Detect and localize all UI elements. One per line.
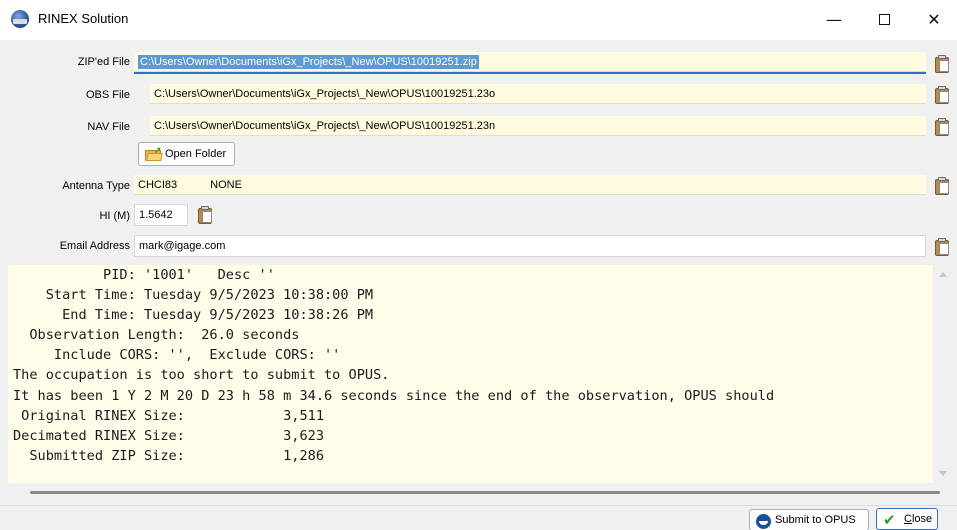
email-field[interactable]: mark@igage.com	[134, 235, 926, 257]
nav-file-field[interactable]: C:\Users\Owner\Documents\iGx_Projects\_N…	[150, 116, 926, 136]
app-icon	[11, 10, 29, 28]
report-line: Start Time: Tuesday 9/5/2023 10:38:00 PM	[13, 287, 374, 304]
open-folder-button[interactable]: ➚ Open Folder	[138, 142, 235, 166]
paste-icon[interactable]	[934, 55, 950, 73]
antenna-model: CHCI83	[138, 179, 178, 191]
report-line: Original RINEX Size: 3,511	[13, 407, 324, 424]
close-window-button[interactable]: ✕	[911, 0, 957, 40]
vertical-scrollbar[interactable]	[935, 265, 952, 483]
paste-icon[interactable]	[934, 86, 950, 104]
folder-open-icon: ➚	[145, 145, 163, 161]
close-accelerator: C	[904, 513, 912, 525]
report-line: Decimated RINEX Size: 3,623	[13, 427, 324, 444]
paste-icon[interactable]	[934, 118, 950, 136]
paste-icon[interactable]	[197, 206, 213, 224]
horizontal-scrollbar[interactable]	[8, 484, 952, 501]
obs-file-field[interactable]: C:\Users\Owner\Documents\iGx_Projects\_N…	[150, 84, 926, 104]
report-line: Include CORS: '', Exclude CORS: ''	[13, 347, 341, 364]
minimize-button[interactable]: —	[811, 0, 857, 40]
obs-file-label: OBS File	[85, 89, 130, 101]
antenna-type-label: Antenna Type	[62, 180, 130, 192]
zip-file-field[interactable]: C:\Users\Owner\Documents\iGx_Projects\_N…	[134, 52, 926, 72]
scroll-down-icon[interactable]	[939, 471, 947, 476]
noaa-icon	[756, 514, 771, 529]
report-line: The occupation is too short to submit to…	[13, 367, 390, 384]
report-line: End Time: Tuesday 9/5/2023 10:38:26 PM	[13, 307, 374, 324]
paste-icon[interactable]	[934, 177, 950, 195]
report-text-area[interactable]: PID: '1001' Desc '' Start Time: Tuesday …	[8, 265, 933, 483]
submit-to-opus-button[interactable]: Submit to OPUS	[749, 509, 869, 530]
report-line: Observation Length: 26.0 seconds	[13, 327, 300, 344]
open-folder-label: Open Folder	[165, 148, 227, 160]
horizontal-scroll-thumb[interactable]	[30, 491, 940, 494]
maximize-button[interactable]	[861, 0, 907, 40]
report-line: It has been 1 Y 2 M 20 D 23 h 58 m 34.6 …	[13, 387, 775, 404]
zip-file-label: ZIP'ed File	[77, 56, 130, 68]
window-title: RINEX Solution	[38, 11, 129, 26]
hi-label: HI (M)	[99, 210, 130, 222]
nav-file-label: NAV File	[87, 121, 130, 133]
scroll-up-icon[interactable]	[939, 272, 947, 277]
report-line: PID: '1001' Desc ''	[13, 267, 275, 283]
checkmark-icon: ✔	[883, 511, 896, 529]
report-line: Submitted ZIP Size: 1,286	[13, 447, 324, 464]
paste-icon[interactable]	[934, 238, 950, 256]
close-label: lose	[911, 513, 933, 525]
maximize-icon	[878, 14, 890, 25]
antenna-radome: NONE	[210, 179, 242, 191]
hi-field[interactable]: 1.5642	[134, 204, 188, 226]
submit-label: Submit to OPUS	[775, 514, 856, 526]
zip-file-value: C:\Users\Owner\Documents\iGx_Projects\_N…	[138, 55, 479, 69]
title-bar: RINEX Solution — ✕	[0, 0, 957, 40]
bottom-separator	[0, 505, 957, 506]
antenna-type-field[interactable]: CHCI83 NONE	[134, 175, 926, 195]
focus-underline	[134, 72, 926, 74]
close-button[interactable]: ✔ Close	[876, 508, 938, 530]
email-label: Email Address	[59, 240, 130, 252]
